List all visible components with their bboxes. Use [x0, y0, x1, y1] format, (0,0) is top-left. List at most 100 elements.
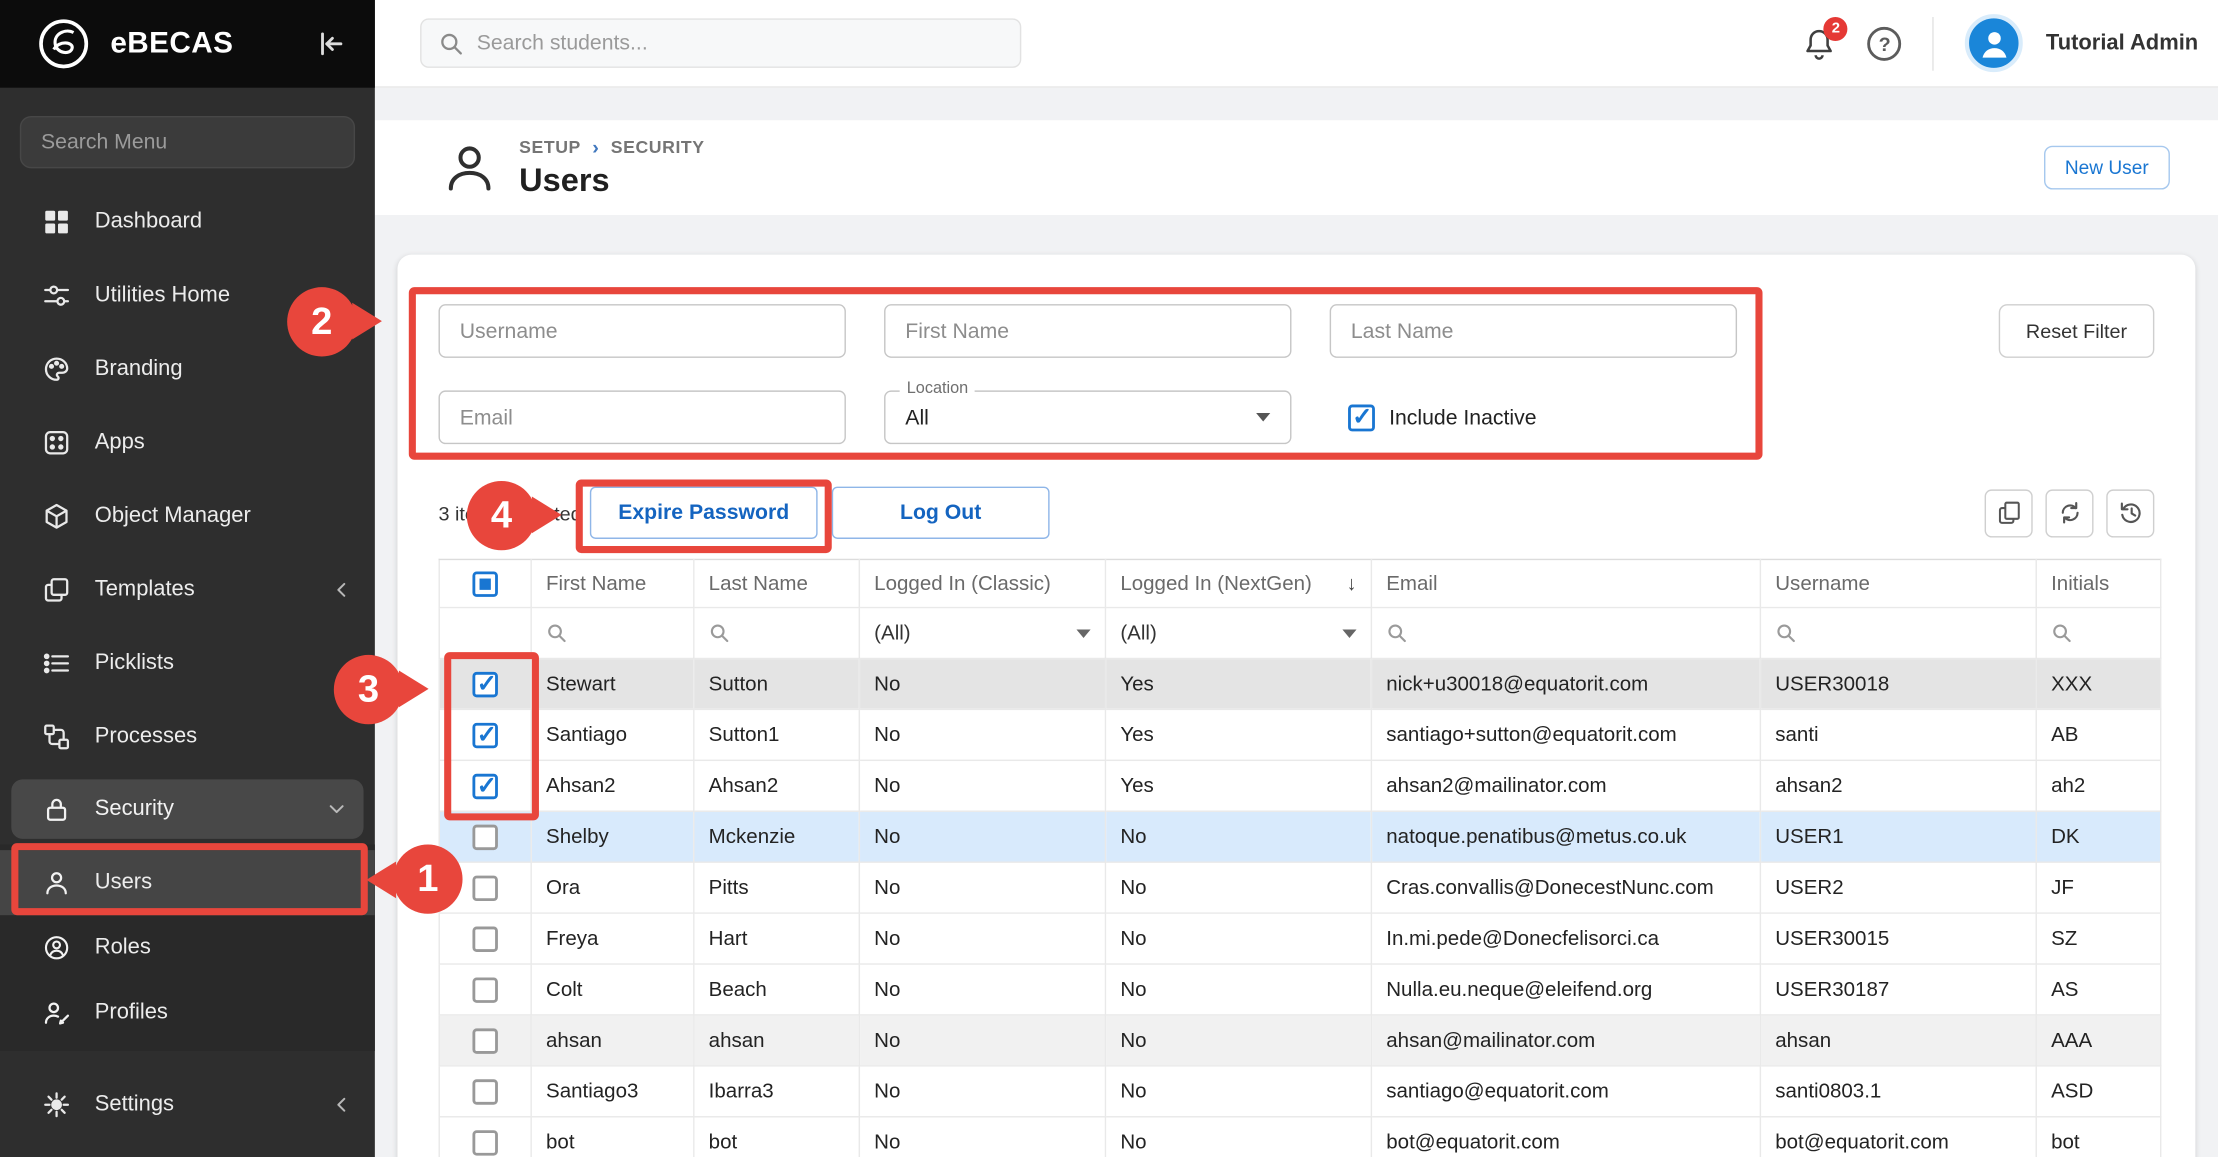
column-header-initials[interactable]: Initials	[2036, 559, 2160, 607]
row-checkbox[interactable]	[472, 1130, 497, 1155]
row-checkbox[interactable]	[472, 824, 497, 849]
breadcrumb-security[interactable]: SECURITY	[611, 137, 705, 157]
sidebar-item-profiles[interactable]: Profiles	[0, 980, 375, 1045]
cell-first-name[interactable]: Stewart	[531, 658, 694, 709]
cell-last-name[interactable]: ahsan	[694, 1015, 860, 1066]
student-search-input[interactable]	[477, 31, 1003, 55]
cell-first-name[interactable]: Freya	[531, 913, 694, 964]
cell-initials[interactable]: SZ	[2036, 913, 2160, 964]
cell-first-name[interactable]: Colt	[531, 964, 694, 1015]
sidebar-item-templates[interactable]: Templates	[0, 553, 375, 627]
select-all-checkbox[interactable]	[472, 571, 497, 596]
log-out-button[interactable]: Log Out	[832, 487, 1050, 539]
cell-initials[interactable]: XXX	[2036, 658, 2160, 709]
logged-in-nextgen-filter-select[interactable]: (All)	[1105, 608, 1371, 659]
row-checkbox[interactable]	[472, 1079, 497, 1104]
cell-last-name[interactable]: Hart	[694, 913, 860, 964]
table-row[interactable]: Santiago3 Ibarra3 No No santiago@equator…	[439, 1066, 2160, 1117]
table-row[interactable]: bot bot No No bot@equatorit.com bot@equa…	[439, 1117, 2160, 1157]
sidebar-item-picklists[interactable]: Picklists	[0, 627, 375, 701]
cell-username[interactable]: USER30015	[1760, 913, 2036, 964]
notifications-bell-icon[interactable]: 2	[1803, 26, 1837, 60]
cell-email[interactable]: ahsan2@mailinator.com	[1371, 760, 1760, 811]
sidebar-item-roles[interactable]: Roles	[0, 915, 375, 980]
row-checkbox[interactable]	[472, 977, 497, 1002]
cell-last-name[interactable]: Ibarra3	[694, 1066, 860, 1117]
cell-email[interactable]: In.mi.pede@Donecfelisorci.ca	[1371, 913, 1760, 964]
cell-last-name[interactable]: Pitts	[694, 862, 860, 913]
column-header-email[interactable]: Email	[1371, 559, 1760, 607]
table-row[interactable]: Santiago Sutton1 No Yes santiago+sutton@…	[439, 709, 2160, 760]
cell-first-name[interactable]: Ahsan2	[531, 760, 694, 811]
cell-username[interactable]: santi	[1760, 709, 2036, 760]
row-checkbox[interactable]	[472, 875, 497, 900]
column-header-first-name[interactable]: First Name	[531, 559, 694, 607]
cell-email[interactable]: santiago+sutton@equatorit.com	[1371, 709, 1760, 760]
cell-email[interactable]: bot@equatorit.com	[1371, 1117, 1760, 1157]
cell-email[interactable]: natoque.penatibus@metus.co.uk	[1371, 811, 1760, 862]
cell-username[interactable]: USER2	[1760, 862, 2036, 913]
cell-username[interactable]: USER1	[1760, 811, 2036, 862]
sidebar-search-input[interactable]	[20, 116, 355, 168]
first-name-column-filter[interactable]	[531, 608, 694, 659]
cell-username[interactable]: ahsan	[1760, 1015, 2036, 1066]
sidebar-item-dashboard[interactable]: Dashboard	[0, 185, 375, 259]
cell-first-name[interactable]: bot	[531, 1117, 694, 1157]
cell-username[interactable]: USER30018	[1760, 658, 2036, 709]
cell-last-name[interactable]: Beach	[694, 964, 860, 1015]
cell-initials[interactable]: JF	[2036, 862, 2160, 913]
cell-last-name[interactable]: Sutton1	[694, 709, 860, 760]
cell-last-name[interactable]: bot	[694, 1117, 860, 1157]
new-user-button[interactable]: New User	[2044, 146, 2170, 190]
cell-email[interactable]: santiago@equatorit.com	[1371, 1066, 1760, 1117]
cell-email[interactable]: ahsan@mailinator.com	[1371, 1015, 1760, 1066]
cell-username[interactable]: santi0803.1	[1760, 1066, 2036, 1117]
sidebar-collapse-icon[interactable]	[315, 28, 346, 59]
table-row[interactable]: Shelby Mckenzie No No natoque.penatibus@…	[439, 811, 2160, 862]
table-row[interactable]: Ahsan2 Ahsan2 No Yes ahsan2@mailinator.c…	[439, 760, 2160, 811]
table-row[interactable]: Colt Beach No No Nulla.eu.neque@eleifend…	[439, 964, 2160, 1015]
revert-history-button[interactable]	[2106, 489, 2154, 537]
table-row[interactable]: Stewart Sutton No Yes nick+u30018@equato…	[439, 658, 2160, 709]
cell-initials[interactable]: AB	[2036, 709, 2160, 760]
cell-initials[interactable]: AS	[2036, 964, 2160, 1015]
help-icon[interactable]	[1868, 26, 1902, 60]
cell-first-name[interactable]: Santiago	[531, 709, 694, 760]
reset-filter-button[interactable]: Reset Filter	[1999, 304, 2155, 358]
cell-email[interactable]: Cras.convallis@DonecestNunc.com	[1371, 862, 1760, 913]
table-row[interactable]: Freya Hart No No In.mi.pede@Donecfelisor…	[439, 913, 2160, 964]
initials-column-filter[interactable]	[2036, 608, 2160, 659]
logged-in-classic-filter-select[interactable]: (All)	[859, 608, 1105, 659]
row-checkbox[interactable]	[472, 926, 497, 951]
sidebar-item-apps[interactable]: Apps	[0, 406, 375, 480]
cell-last-name[interactable]: Mckenzie	[694, 811, 860, 862]
cell-initials[interactable]: ah2	[2036, 760, 2160, 811]
cell-initials[interactable]: DK	[2036, 811, 2160, 862]
breadcrumb-setup[interactable]: SETUP	[519, 137, 581, 157]
cell-last-name[interactable]: Ahsan2	[694, 760, 860, 811]
column-header-logged-in-nextgen[interactable]: Logged In (NextGen)	[1105, 559, 1371, 607]
cell-initials[interactable]: ASD	[2036, 1066, 2160, 1117]
column-header-username[interactable]: Username	[1760, 559, 2036, 607]
sidebar-item-security[interactable]: Security	[11, 779, 363, 838]
column-header-last-name[interactable]: Last Name	[694, 559, 860, 607]
username-column-filter[interactable]	[1760, 608, 2036, 659]
table-row[interactable]: Ora Pitts No No Cras.convallis@DonecestN…	[439, 862, 2160, 913]
row-checkbox[interactable]	[472, 1028, 497, 1053]
cell-first-name[interactable]: Santiago3	[531, 1066, 694, 1117]
cell-last-name[interactable]: Sutton	[694, 658, 860, 709]
cell-email[interactable]: nick+u30018@equatorit.com	[1371, 658, 1760, 709]
sidebar-item-settings[interactable]: Settings	[0, 1068, 375, 1142]
sidebar-item-processes[interactable]: Processes	[0, 700, 375, 774]
last-name-column-filter[interactable]	[694, 608, 860, 659]
cell-username[interactable]: USER30187	[1760, 964, 2036, 1015]
refresh-button[interactable]	[2045, 489, 2093, 537]
column-header-logged-in-classic[interactable]: Logged In (Classic)	[859, 559, 1105, 607]
cell-username[interactable]: bot@equatorit.com	[1760, 1117, 2036, 1157]
email-column-filter[interactable]	[1371, 608, 1760, 659]
cell-first-name[interactable]: ahsan	[531, 1015, 694, 1066]
table-row[interactable]: ahsan ahsan No No ahsan@mailinator.com a…	[439, 1015, 2160, 1066]
cell-first-name[interactable]: Shelby	[531, 811, 694, 862]
cell-email[interactable]: Nulla.eu.neque@eleifend.org	[1371, 964, 1760, 1015]
cell-username[interactable]: ahsan2	[1760, 760, 2036, 811]
